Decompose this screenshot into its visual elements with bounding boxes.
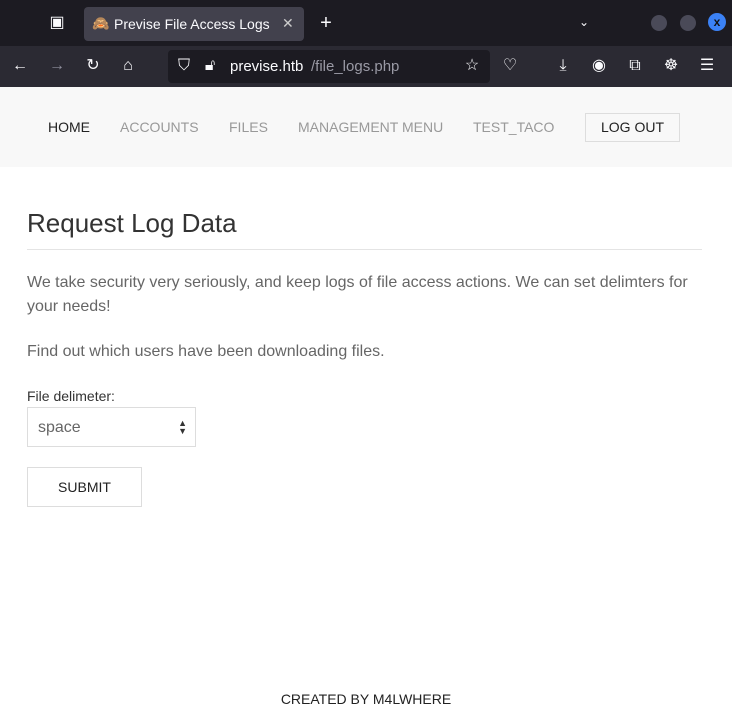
info-text: Find out which users have been downloadi… — [27, 343, 385, 360]
select-arrows-icon: ▲ ▼ — [178, 418, 187, 436]
page-title: Request Log Data — [27, 208, 237, 238]
logout-button[interactable]: LOG OUT — [585, 113, 680, 142]
close-window-button[interactable]: x — [708, 13, 726, 31]
back-icon[interactable]: ← — [10, 56, 30, 76]
forward-icon[interactable]: → — [47, 56, 67, 76]
extensions-icon[interactable]: ⧉ — [625, 56, 645, 76]
divider — [27, 249, 702, 250]
intro-text: We take security very seriously, and kee… — [27, 274, 688, 315]
new-tab-icon[interactable]: + — [316, 13, 336, 33]
nav-management-menu[interactable]: MANAGEMENT MENU — [298, 119, 443, 135]
tab-title: Previse File Access Logs — [114, 16, 270, 32]
url-bar[interactable]: ⛉ 🔓︎ previse.htb /file_logs.php ☆ — [168, 50, 490, 83]
menu-icon[interactable]: ☰ — [697, 56, 717, 76]
url-host: previse.htb — [230, 58, 304, 75]
bookmark-star-icon[interactable]: ☆ — [462, 56, 482, 76]
maximize-button[interactable] — [680, 15, 696, 31]
delimiter-label: File delimeter: — [27, 388, 115, 404]
shield-icon: ⛉ — [177, 57, 190, 74]
nav-test-taco[interactable]: TEST_TACO — [473, 119, 554, 135]
cookie-icon[interactable]: ☸ — [661, 56, 681, 76]
account-icon[interactable]: ◉ — [589, 56, 609, 76]
download-icon[interactable]: ⤓ — [553, 56, 573, 76]
delimiter-value: space — [38, 419, 81, 436]
nav-accounts[interactable]: ACCOUNTS — [120, 119, 199, 135]
url-path: /file_logs.php — [311, 58, 400, 75]
minimize-button[interactable] — [651, 15, 667, 31]
tab-overview-icon[interactable]: ▣ — [47, 13, 67, 33]
insecure-lock-icon: 🔓︎ — [204, 57, 216, 74]
chevron-down-icon[interactable]: ⌄ — [574, 12, 594, 32]
favicon-icon: 🙈 — [92, 15, 110, 31]
pocket-icon[interactable]: ♡ — [500, 56, 520, 76]
home-icon[interactable]: ⌂ — [118, 56, 138, 76]
nav-files[interactable]: FILES — [229, 119, 268, 135]
close-tab-icon[interactable]: ✕ — [282, 15, 294, 32]
reload-icon[interactable]: ↻ — [83, 56, 103, 76]
nav-home[interactable]: HOME — [48, 119, 90, 135]
browser-tab[interactable]: 🙈 Previse File Access Logs ✕ — [84, 7, 304, 41]
tab-bar: ▣ 🙈 Previse File Access Logs ✕ + ⌄ x — [0, 0, 732, 46]
submit-button[interactable]: SUBMIT — [27, 467, 142, 507]
footer-credit: CREATED BY M4LWHERE — [280, 691, 452, 707]
delimiter-select[interactable]: space ▲ ▼ — [27, 407, 196, 447]
